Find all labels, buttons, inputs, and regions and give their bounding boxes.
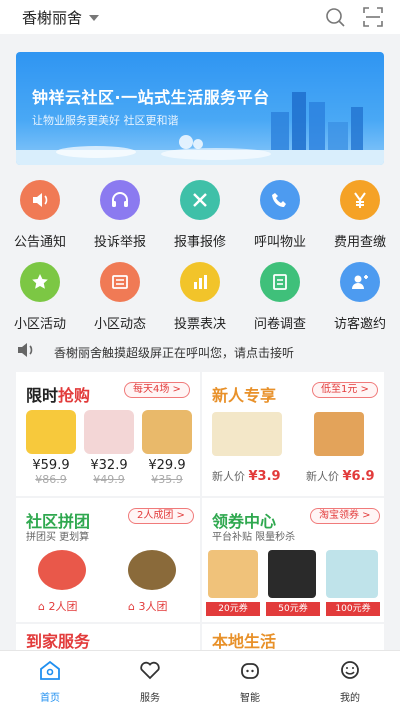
bottom-nav: 首页 服务 智能 我的	[0, 650, 400, 710]
service-label: 呼叫物业	[253, 235, 306, 250]
service-repair[interactable]: 报事报修	[160, 180, 240, 250]
product-image-paw	[84, 410, 134, 454]
flash-price: ¥59.9	[32, 458, 70, 473]
notice-text: 香榭丽舍触摸超级屏正在呼叫您，请点击接听	[54, 345, 295, 360]
coupon-center-card[interactable]: 领券中心 淘宝领券 > 平台补贴 限量秒杀 20元券 50元券 100元券	[202, 498, 384, 622]
coupon-center-subtitle: 平台补贴 限量秒杀	[212, 532, 296, 543]
product-image-noodles	[314, 412, 364, 456]
product-image-snack	[142, 410, 192, 454]
news-icon	[100, 262, 140, 302]
nav-label: 服务	[140, 693, 160, 704]
nav-service[interactable]: 服务	[100, 651, 200, 710]
service-call-property[interactable]: 呼叫物业	[240, 180, 320, 250]
nav-smart[interactable]: 智能	[200, 651, 300, 710]
survey-icon	[260, 262, 300, 302]
service-activities[interactable]: 小区活动	[0, 262, 80, 332]
chevron-down-icon	[89, 15, 100, 21]
home-service-title: 到家服务	[26, 632, 91, 650]
product-image-cosmetics	[268, 550, 316, 598]
community-selector[interactable]: 香榭丽舍	[22, 7, 100, 28]
group-item: ⌂ 2人团	[38, 600, 78, 613]
notice-bar[interactable]: 香榭丽舍触摸超级屏正在呼叫您，请点击接听	[0, 334, 400, 370]
flash-price: ¥32.9	[90, 458, 128, 473]
service-announcement[interactable]: 公告通知	[0, 180, 80, 250]
scan-icon[interactable]	[362, 6, 384, 28]
service-survey[interactable]: 问卷调查	[240, 262, 320, 332]
service-label: 小区动态	[93, 317, 146, 332]
new-user-title: 新人专享	[212, 386, 277, 405]
top-bar: 香榭丽舍	[0, 0, 400, 34]
smile-icon	[338, 659, 362, 685]
yen-icon	[340, 180, 380, 220]
new-user-card[interactable]: 新人专享 低至1元 > 新人价 ¥3.9 新人价 ¥6.9	[202, 372, 384, 496]
tools-icon	[180, 180, 220, 220]
banner-title: 钟祥云社区·一站式生活服务平台	[32, 88, 270, 107]
promo-banner[interactable]: 钟祥云社区·一站式生活服务平台 让物业服务更美好 社区更和谐	[16, 52, 384, 165]
service-label: 费用查缴	[333, 235, 386, 250]
coupon-tag: 50元券	[266, 602, 320, 616]
flash-sale-card[interactable]: 限时抢购 每天4场 > ¥59.9 ¥86.9 ¥32.9 ¥49.9 ¥29.…	[16, 372, 200, 496]
flash-item: ¥32.9 ¥49.9	[84, 458, 134, 486]
flash-sale-title: 限时抢购	[26, 386, 91, 405]
heart-icon	[138, 659, 162, 685]
service-visitor[interactable]: 访客邀约	[320, 262, 400, 332]
service-label: 问卷调查	[253, 317, 306, 332]
product-image-apples	[38, 550, 86, 590]
flash-item: ¥29.9 ¥35.9	[142, 458, 192, 486]
group-item: ⌂ 3人团	[128, 600, 168, 613]
speaker-icon	[20, 180, 60, 220]
coupon-tag: 100元券	[326, 602, 380, 616]
group-buy-card[interactable]: 社区拼团 2人成团 > 拼团买 更划算 ⌂ 2人团 ⌂ 3人团	[16, 498, 200, 622]
product-image-oil	[26, 410, 76, 454]
flash-item: ¥59.9 ¥86.9	[26, 458, 76, 486]
city-skyline-illustration	[16, 92, 384, 165]
service-label: 报事报修	[173, 235, 226, 250]
new-user-badge[interactable]: 低至1元 >	[312, 382, 378, 398]
service-label: 小区活动	[13, 317, 66, 332]
product-image-toothbrush	[326, 550, 378, 598]
coupon-tag: 20元券	[206, 602, 260, 616]
flash-old-price: ¥49.9	[93, 473, 125, 486]
group-buy-badge[interactable]: 2人成团 >	[128, 508, 194, 524]
service-fees[interactable]: 费用查缴	[320, 180, 400, 250]
headset-icon	[100, 180, 140, 220]
nav-label: 智能	[240, 693, 260, 704]
service-grid: 公告通知 投诉举报 报事报修 呼叫物业 费用查缴 小区活动 小区动态 投票表决 …	[0, 180, 400, 332]
flash-price: ¥29.9	[148, 458, 186, 473]
home-icon	[38, 659, 62, 685]
search-icon[interactable]	[324, 6, 346, 28]
bar-chart-icon	[180, 262, 220, 302]
product-image-nuts	[208, 550, 258, 598]
group-buy-subtitle: 拼团买 更划算	[26, 532, 90, 543]
service-news[interactable]: 小区动态	[80, 262, 160, 332]
nav-label: 首页	[40, 693, 60, 704]
new-user-item: 新人价 ¥6.9	[306, 469, 375, 484]
service-complaint[interactable]: 投诉举报	[80, 180, 160, 250]
service-label: 投票表决	[173, 317, 226, 332]
speaker-icon	[16, 341, 36, 363]
service-label: 访客邀约	[333, 317, 386, 332]
flash-sale-badge[interactable]: 每天4场 >	[124, 382, 190, 398]
banner-subtitle: 让物业服务更美好 社区更和谐	[32, 114, 179, 127]
nav-label: 我的	[340, 693, 360, 704]
flash-old-price: ¥86.9	[35, 473, 67, 486]
coupon-center-badge[interactable]: 淘宝领券 >	[310, 508, 380, 524]
visitor-icon	[340, 262, 380, 302]
service-voting[interactable]: 投票表决	[160, 262, 240, 332]
product-image-kiwi	[128, 550, 176, 590]
local-life-title: 本地生活	[212, 632, 277, 650]
new-user-item: 新人价 ¥3.9	[212, 469, 281, 484]
star-icon	[20, 262, 60, 302]
nav-mine[interactable]: 我的	[300, 651, 400, 710]
home-service-card[interactable]: 到家服务	[16, 624, 200, 650]
local-life-card[interactable]: 本地生活	[202, 624, 384, 650]
flash-old-price: ¥35.9	[151, 473, 183, 486]
product-image-tissue	[212, 412, 282, 456]
service-label: 投诉举报	[93, 235, 146, 250]
nav-home[interactable]: 首页	[0, 651, 100, 710]
robot-icon	[238, 659, 262, 685]
community-name: 香榭丽舍	[22, 8, 83, 27]
service-label: 公告通知	[13, 235, 66, 250]
phone-icon	[260, 180, 300, 220]
